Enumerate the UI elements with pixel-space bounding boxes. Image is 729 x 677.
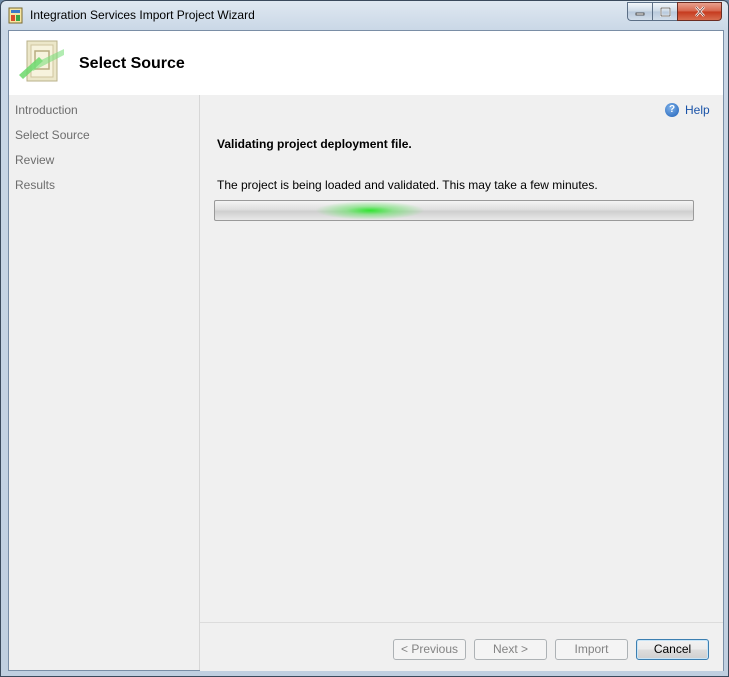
wizard-client-area: Select Source Introduction Select Source… xyxy=(8,30,724,671)
minimize-icon xyxy=(635,12,645,15)
minimize-button[interactable] xyxy=(627,2,652,21)
wizard-window: Integration Services Import Project Wiza… xyxy=(0,0,729,677)
caption-buttons xyxy=(627,2,722,21)
validation-heading: Validating project deployment file. xyxy=(217,137,412,151)
marquee-progress-bar xyxy=(214,200,694,221)
cancel-button[interactable]: Cancel xyxy=(636,639,709,660)
wizard-steps-sidebar: Introduction Select Source Review Result… xyxy=(9,95,200,670)
wizard-header: Select Source xyxy=(9,31,723,95)
wizard-content: ? Help Validating project deployment fil… xyxy=(200,95,723,622)
wizard-app-icon xyxy=(8,7,23,24)
progress-glow xyxy=(315,201,425,220)
help-label: Help xyxy=(685,103,710,117)
help-icon: ? xyxy=(665,103,679,117)
page-title: Select Source xyxy=(79,55,185,72)
maximize-button[interactable] xyxy=(652,2,677,21)
validation-message: The project is being loaded and validate… xyxy=(217,178,598,192)
maximize-icon xyxy=(659,6,671,17)
close-button[interactable] xyxy=(677,2,722,21)
import-button[interactable]: Import xyxy=(555,639,628,660)
window-title: Integration Services Import Project Wiza… xyxy=(30,8,255,22)
wizard-button-bar: < Previous Next > Import Cancel xyxy=(200,622,723,671)
help-link[interactable]: ? Help xyxy=(665,103,710,117)
previous-button[interactable]: < Previous xyxy=(393,639,466,660)
next-button[interactable]: Next > xyxy=(474,639,547,660)
step-results[interactable]: Results xyxy=(15,178,90,203)
close-icon xyxy=(694,6,705,17)
project-import-icon xyxy=(19,40,64,82)
step-introduction[interactable]: Introduction xyxy=(15,103,90,128)
step-select-source[interactable]: Select Source xyxy=(15,128,90,153)
step-review[interactable]: Review xyxy=(15,153,90,178)
title-bar[interactable]: Integration Services Import Project Wiza… xyxy=(1,1,728,30)
